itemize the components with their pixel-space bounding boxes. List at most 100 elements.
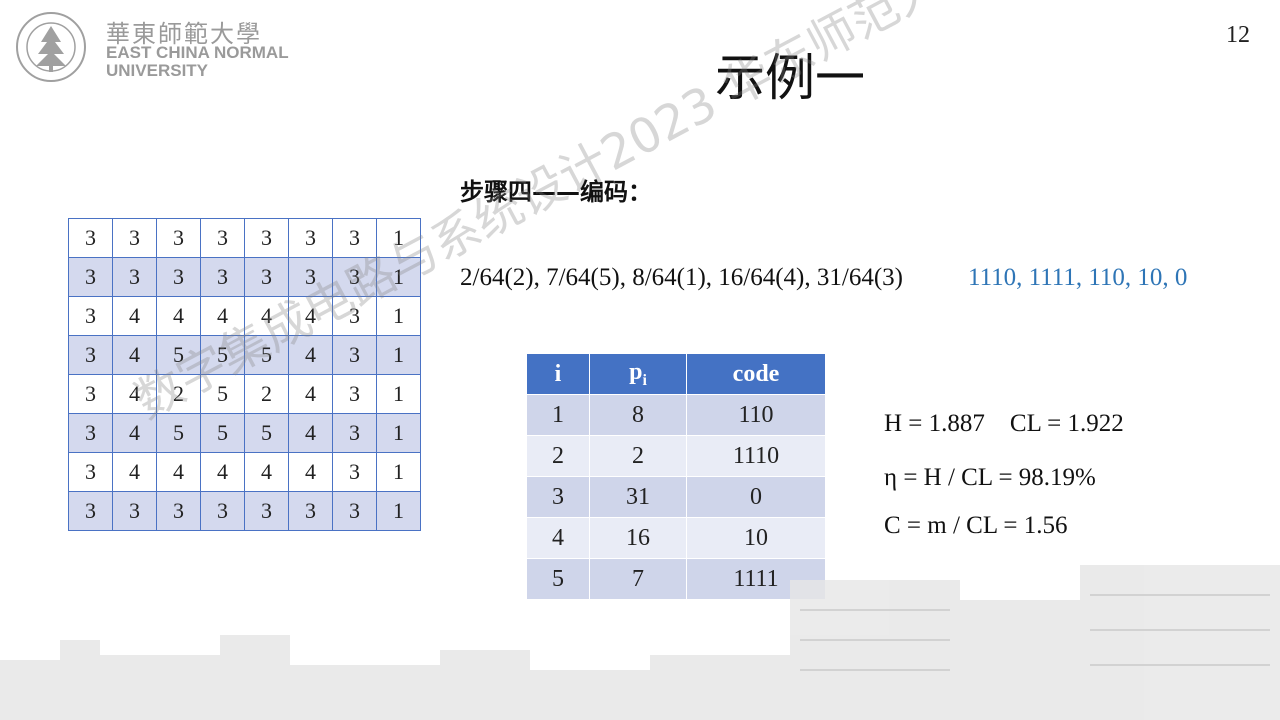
grid-cell: 3 bbox=[288, 491, 333, 531]
grid-row: 33333331 bbox=[68, 218, 421, 258]
grid-cell: 1 bbox=[376, 335, 421, 375]
grid-cell: 3 bbox=[156, 257, 201, 297]
grid-cell: 1 bbox=[376, 218, 421, 258]
grid-cell: 3 bbox=[332, 218, 377, 258]
probability-list: 2/64(2), 7/64(5), 8/64(1), 16/64(4), 31/… bbox=[460, 264, 903, 291]
efficiency: η = H / CL = 98.19% bbox=[884, 464, 1096, 491]
grid-cell: 4 bbox=[112, 335, 157, 375]
grid-row: 34555431 bbox=[68, 413, 421, 453]
grid-cell: 3 bbox=[244, 218, 289, 258]
grid-cell: 3 bbox=[288, 218, 333, 258]
grid-cell: 3 bbox=[332, 491, 377, 531]
grid-cell: 1 bbox=[376, 413, 421, 453]
cell-index: 3 bbox=[526, 476, 590, 518]
grid-cell: 4 bbox=[200, 452, 245, 492]
grid-cell: 4 bbox=[112, 452, 157, 492]
entropy-codelength: H = 1.887 CL = 1.922 bbox=[884, 410, 1124, 437]
grid-cell: 5 bbox=[244, 335, 289, 375]
university-logo: 華東師範大學 EAST CHINA NORMAL UNIVERSITY bbox=[8, 6, 298, 82]
page-number: 12 bbox=[1226, 22, 1250, 48]
grid-cell: 4 bbox=[288, 335, 333, 375]
grid-cell: 4 bbox=[288, 413, 333, 453]
grid-cell: 4 bbox=[112, 296, 157, 336]
cell-code: 1110 bbox=[686, 435, 826, 477]
grid-row: 34252431 bbox=[68, 374, 421, 414]
grid-cell: 4 bbox=[244, 452, 289, 492]
grid-cell: 3 bbox=[332, 257, 377, 297]
grid-cell: 3 bbox=[68, 491, 113, 531]
grid-cell: 1 bbox=[376, 257, 421, 297]
grid-cell: 4 bbox=[200, 296, 245, 336]
table-row: 1 8 110 bbox=[526, 394, 826, 436]
grid-cell: 1 bbox=[376, 296, 421, 336]
grid-cell: 3 bbox=[68, 413, 113, 453]
grid-cell: 2 bbox=[244, 374, 289, 414]
grid-cell: 4 bbox=[112, 374, 157, 414]
cell-code: 0 bbox=[686, 476, 826, 518]
header-code: code bbox=[686, 353, 826, 395]
university-seal-icon bbox=[16, 12, 86, 82]
grid-cell: 3 bbox=[200, 218, 245, 258]
grid-cell: 3 bbox=[68, 296, 113, 336]
grid-cell: 3 bbox=[112, 491, 157, 531]
grid-cell: 4 bbox=[288, 374, 333, 414]
grid-cell: 5 bbox=[200, 374, 245, 414]
cell-index: 2 bbox=[526, 435, 590, 477]
grid-cell: 3 bbox=[332, 452, 377, 492]
grid-cell: 3 bbox=[68, 374, 113, 414]
grid-cell: 3 bbox=[244, 491, 289, 531]
grid-cell: 4 bbox=[244, 296, 289, 336]
grid-cell: 3 bbox=[68, 257, 113, 297]
grid-cell: 3 bbox=[332, 335, 377, 375]
campus-skyline-background bbox=[0, 565, 1280, 720]
code-list: 1110, 1111, 110, 10, 0 bbox=[968, 264, 1188, 291]
cell-probability: 31 bbox=[589, 476, 687, 518]
grid-cell: 2 bbox=[156, 374, 201, 414]
grid-cell: 3 bbox=[332, 296, 377, 336]
grid-row: 33333331 bbox=[68, 491, 421, 531]
grid-cell: 3 bbox=[288, 257, 333, 297]
grid-cell: 5 bbox=[244, 413, 289, 453]
slide-title: 示例一 bbox=[715, 49, 865, 107]
table-row: 2 2 1110 bbox=[526, 435, 826, 477]
pixel-value-grid: 3333333133333331344444313455543134252431… bbox=[68, 218, 421, 531]
grid-cell: 3 bbox=[68, 452, 113, 492]
cell-probability: 8 bbox=[589, 394, 687, 436]
grid-cell: 1 bbox=[376, 374, 421, 414]
grid-cell: 1 bbox=[376, 491, 421, 531]
compression-ratio: C = m / CL = 1.56 bbox=[884, 512, 1068, 539]
grid-row: 34444431 bbox=[68, 452, 421, 492]
grid-row: 34555431 bbox=[68, 335, 421, 375]
university-name-en-line2: UNIVERSITY bbox=[106, 61, 209, 80]
university-name-en: EAST CHINA NORMAL UNIVERSITY bbox=[106, 44, 306, 80]
grid-cell: 5 bbox=[156, 413, 201, 453]
grid-cell: 4 bbox=[112, 413, 157, 453]
grid-cell: 4 bbox=[288, 296, 333, 336]
grid-cell: 3 bbox=[332, 413, 377, 453]
step-heading: 步骤四——编码： bbox=[460, 178, 652, 206]
grid-cell: 3 bbox=[68, 218, 113, 258]
cell-index: 1 bbox=[526, 394, 590, 436]
cell-probability: 2 bbox=[589, 435, 687, 477]
header-i: i bbox=[526, 353, 590, 395]
grid-cell: 4 bbox=[156, 452, 201, 492]
grid-cell: 1 bbox=[376, 452, 421, 492]
grid-cell: 3 bbox=[332, 374, 377, 414]
grid-cell: 5 bbox=[156, 335, 201, 375]
grid-cell: 4 bbox=[156, 296, 201, 336]
grid-cell: 3 bbox=[244, 257, 289, 297]
grid-cell: 3 bbox=[156, 491, 201, 531]
header-p-subscript: i bbox=[642, 371, 647, 389]
grid-row: 33333331 bbox=[68, 257, 421, 297]
grid-cell: 3 bbox=[200, 491, 245, 531]
grid-cell: 4 bbox=[288, 452, 333, 492]
table-row: 3 31 0 bbox=[526, 476, 826, 518]
grid-cell: 3 bbox=[68, 335, 113, 375]
grid-cell: 3 bbox=[112, 218, 157, 258]
university-name-en-line1: EAST CHINA NORMAL bbox=[106, 43, 289, 62]
grid-cell: 5 bbox=[200, 413, 245, 453]
grid-cell: 3 bbox=[112, 257, 157, 297]
header-p-label: p bbox=[629, 358, 643, 385]
grid-cell: 3 bbox=[156, 218, 201, 258]
header-p: pi bbox=[589, 353, 687, 395]
